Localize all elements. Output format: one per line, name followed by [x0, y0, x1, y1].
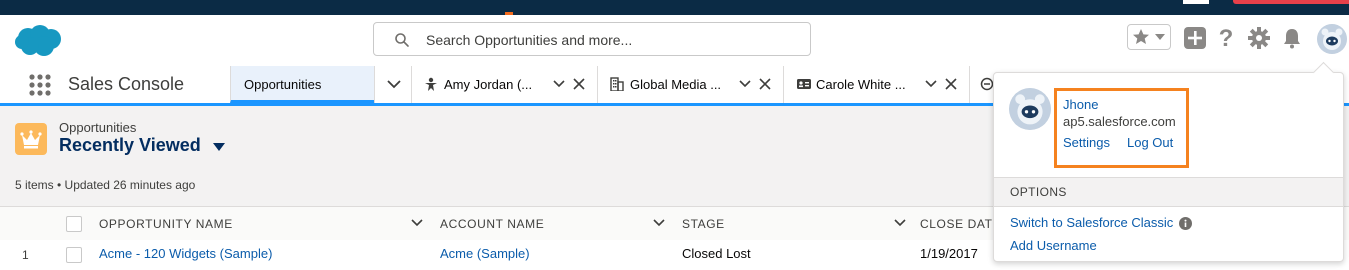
close-date-value: 1/19/2017 — [920, 246, 978, 261]
tab-opportunities[interactable]: Opportunities — [230, 66, 374, 103]
chevron-down-icon — [387, 80, 401, 89]
crown-icon — [20, 130, 42, 149]
bell-icon[interactable] — [1280, 26, 1304, 50]
svg-text:?: ? — [1219, 26, 1234, 50]
global-search[interactable] — [373, 22, 811, 56]
global-header: ? — [0, 15, 1349, 66]
chevron-down-icon[interactable] — [411, 219, 423, 227]
person-icon — [425, 77, 437, 91]
select-all-checkbox[interactable] — [66, 216, 82, 232]
help-icon[interactable]: ? — [1214, 26, 1238, 50]
account-link[interactable]: Acme (Sample) — [440, 246, 530, 261]
add-username-link[interactable]: Add Username — [1010, 238, 1097, 253]
chevron-down-icon[interactable] — [739, 80, 751, 88]
salesforce-logo[interactable] — [14, 24, 62, 58]
chevron-down-icon[interactable] — [925, 80, 937, 88]
options-header-label: OPTIONS — [1010, 185, 1067, 199]
chevron-down-icon[interactable] — [653, 219, 665, 227]
stage-value: Closed Lost — [682, 246, 751, 261]
favorites-button[interactable] — [1127, 24, 1171, 50]
top-strip-box — [1183, 0, 1209, 4]
list-meta: 5 items • Updated 26 minutes ago — [15, 178, 196, 192]
top-strip-pill — [1233, 0, 1349, 4]
search-input[interactable] — [424, 29, 798, 51]
tab-amy-jordan[interactable]: Amy Jordan (... — [411, 66, 597, 103]
row-checkbox[interactable] — [66, 247, 82, 263]
column-opportunity-name[interactable]: OPPORTUNITY NAME — [99, 217, 233, 231]
astro-avatar-icon — [1317, 24, 1347, 54]
caret-down-icon[interactable] — [212, 142, 226, 152]
gear-icon[interactable] — [1247, 26, 1271, 50]
close-icon[interactable] — [945, 78, 957, 90]
add-icon[interactable] — [1183, 26, 1207, 50]
app-launcher-icon[interactable] — [28, 73, 52, 97]
nav-menu-dropdown[interactable] — [374, 66, 411, 103]
row-number: 1 — [22, 248, 29, 262]
user-avatar-button[interactable] — [1317, 24, 1347, 54]
tab-label: Opportunities — [244, 77, 322, 92]
options-header: OPTIONS — [994, 177, 1343, 207]
column-account-name[interactable]: ACCOUNT NAME — [440, 217, 544, 231]
logout-link[interactable]: Log Out — [1127, 135, 1173, 150]
tab-label: Global Media ... — [630, 77, 722, 92]
close-icon[interactable] — [573, 78, 585, 90]
chevron-down-icon[interactable] — [894, 219, 906, 227]
close-icon[interactable] — [759, 78, 771, 90]
top-strip — [0, 0, 1349, 18]
chevron-down-icon[interactable] — [553, 80, 565, 88]
opportunity-link[interactable]: Acme - 120 Widgets (Sample) — [99, 246, 272, 261]
tab-carole-white[interactable]: Carole White ... — [783, 66, 969, 103]
column-close-date[interactable]: CLOSE DAT — [920, 217, 993, 231]
column-stage[interactable]: STAGE — [682, 217, 725, 231]
astro-avatar-icon — [1009, 88, 1051, 130]
chevron-down-icon[interactable] — [1155, 33, 1165, 41]
switch-classic-link[interactable]: Switch to Salesforce Classic — [1010, 215, 1173, 230]
minus-circle-icon — [980, 77, 994, 91]
list-view-name[interactable]: Recently Viewed — [59, 135, 201, 156]
star-icon — [1133, 29, 1149, 44]
profile-avatar — [1009, 88, 1051, 130]
user-name-link[interactable]: Jhone — [1063, 97, 1098, 112]
tab-global-media[interactable]: Global Media ... — [597, 66, 783, 103]
object-label: Opportunities — [59, 120, 137, 135]
search-icon — [395, 33, 409, 47]
tab-partial[interactable] — [969, 66, 994, 103]
settings-link[interactable]: Settings — [1063, 135, 1110, 150]
contact-card-icon — [797, 79, 811, 89]
tab-label: Amy Jordan (... — [444, 77, 533, 92]
app-name: Sales Console — [68, 74, 185, 94]
user-domain: ap5.salesforce.com — [1063, 114, 1176, 129]
user-profile-popover: Jhone ap5.salesforce.com Settings Log Ou… — [993, 61, 1344, 262]
tab-label: Carole White ... — [816, 77, 906, 92]
info-icon[interactable] — [1179, 217, 1192, 230]
building-icon — [610, 77, 624, 91]
opportunity-object-icon — [15, 123, 47, 155]
